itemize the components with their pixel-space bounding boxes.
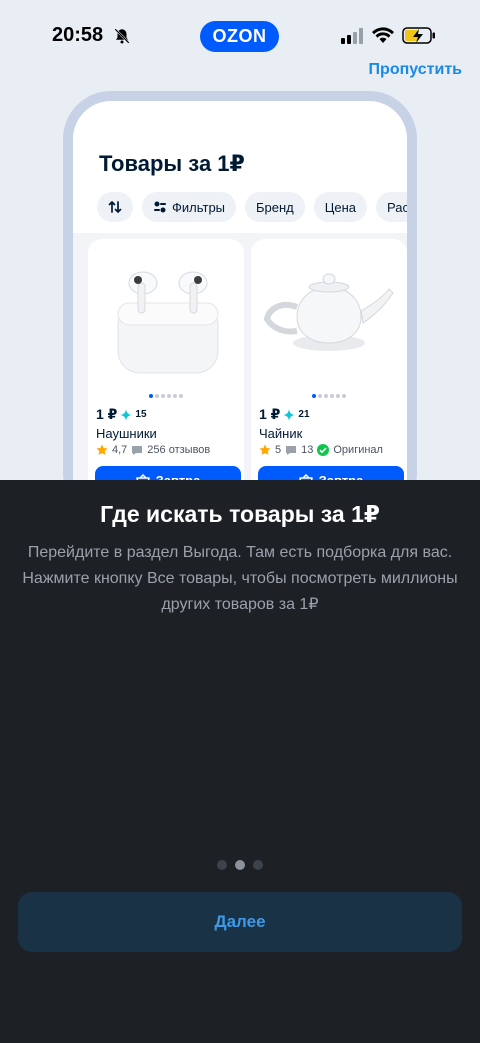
price-row: 1 ₽ 15: [96, 406, 147, 423]
wifi-icon: [372, 27, 394, 43]
original-badge: Оригинал: [333, 444, 383, 456]
check-circle-icon: [317, 444, 330, 456]
more-chip: Распро: [376, 192, 407, 222]
sort-icon: [108, 201, 122, 213]
comment-icon: [132, 446, 143, 455]
chip-label: Распро: [387, 199, 407, 215]
mockup-title: Товары за 1₽: [99, 151, 245, 176]
product-meta: 5 13 Оригинал: [259, 444, 383, 456]
battery-charging-icon: [402, 27, 435, 44]
product-name: Чайник: [259, 426, 303, 441]
product-name: Наушники: [96, 426, 157, 441]
page-dot-active: [235, 860, 245, 870]
product-meta: 4,7 256 отзывов: [96, 444, 210, 456]
product-grid: 1 ₽ 15 Наушники 4,7 256 отзывов Завтра: [73, 233, 407, 521]
star-icon: [259, 444, 271, 455]
teapot-image: [263, 273, 394, 351]
filter-icon: [154, 201, 166, 213]
star-icon: [96, 444, 108, 455]
chip-label: Бренд: [256, 199, 294, 215]
phone-mockup: Товары за 1₽ Фильтры Бренд Цена Распро: [63, 91, 417, 521]
bonus-points: 15: [135, 409, 147, 420]
page-indicator: [0, 860, 480, 870]
sheet-description: Перейдите в раздел Выгода. Там есть подб…: [22, 544, 458, 613]
mockup-screen: Товары за 1₽ Фильтры Бренд Цена Распро: [73, 101, 407, 521]
filters-chip: Фильтры: [142, 192, 237, 222]
skip-button[interactable]: Пропустить: [369, 61, 462, 79]
reviews: 13: [301, 444, 314, 456]
product-card: 1 ₽ 21 Чайник 5 13 Оригинал Завтра: [251, 239, 407, 521]
bonus-star-icon: [283, 408, 296, 421]
price-chip: Цена: [313, 192, 368, 222]
bell-muted-icon: [114, 28, 130, 44]
rating: 5: [275, 444, 282, 456]
reviews: 256 отзывов: [147, 444, 211, 456]
ozon-logo: OZON: [200, 21, 279, 52]
bonus-star-icon: [120, 408, 133, 421]
chip-label: Фильтры: [172, 199, 226, 215]
sort-chip: [97, 192, 133, 222]
chip-label: Цена: [324, 199, 357, 215]
product-card: 1 ₽ 15 Наушники 4,7 256 отзывов Завтра: [88, 239, 244, 521]
sheet-title: Где искать товары за 1₽: [100, 501, 380, 527]
image-pager: [88, 394, 244, 398]
onboarding-sheet: Где искать товары за 1₽ Перейдите в разд…: [0, 480, 480, 1043]
brand-chip: Бренд: [245, 192, 305, 222]
earbuds-image: [117, 271, 219, 374]
next-button[interactable]: Далее: [18, 892, 462, 952]
price-row: 1 ₽ 21: [259, 406, 310, 423]
filter-chips: Фильтры Бренд Цена Распро: [97, 192, 407, 222]
comment-icon: [286, 446, 297, 455]
clock: 20:58: [52, 24, 104, 46]
price: 1 ₽: [96, 406, 118, 422]
rating: 4,7: [112, 444, 128, 456]
image-pager: [251, 394, 407, 398]
page-dot: [253, 860, 263, 870]
page-dot: [217, 860, 227, 870]
price: 1 ₽: [259, 406, 281, 422]
signal-icon: [341, 28, 363, 44]
bonus-points: 21: [298, 409, 310, 420]
